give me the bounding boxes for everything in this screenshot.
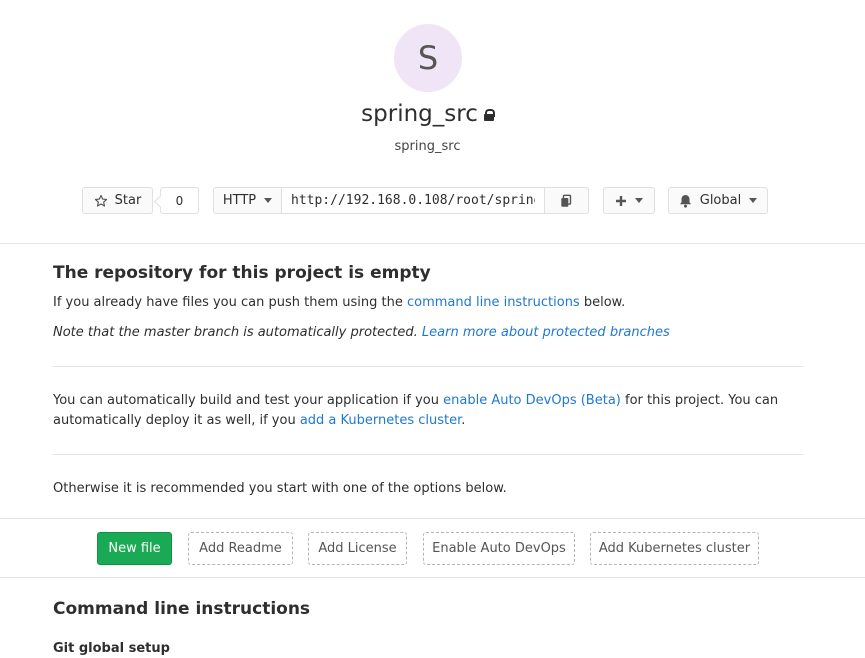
chevron-down-icon [264, 198, 273, 203]
enable-auto-devops-button[interactable]: Enable Auto DevOps [423, 532, 575, 565]
star-label: Star [114, 193, 142, 208]
chevron-down-icon [635, 198, 643, 203]
devops-text: You can automatically build and test you… [53, 393, 444, 408]
divider [0, 577, 865, 578]
copy-url-button[interactable] [544, 187, 589, 214]
command-line-link[interactable]: command line instructions [407, 295, 580, 310]
push-text: If you already have files you can push t… [53, 295, 407, 310]
push-text-suffix: below. [579, 295, 626, 310]
otherwise-text: Otherwise it is recommended you start wi… [53, 481, 507, 496]
git-global-setup-title: Git global setup [53, 641, 170, 656]
star-button[interactable]: Star [82, 187, 153, 214]
avatar-letter: S [417, 39, 439, 77]
devops-text-middle: for this project. You can [620, 393, 779, 408]
devops-text-line2: automatically deploy it as well, if you [53, 413, 300, 428]
project-title: spring_src [0, 101, 855, 127]
protocol-label: HTTP [222, 193, 257, 208]
project-avatar: S [394, 24, 462, 92]
global-label: Global [699, 193, 742, 208]
project-path: spring_src [394, 139, 461, 154]
star-count[interactable]: 0 [160, 187, 199, 214]
divider [53, 366, 803, 367]
project-name: spring_src [361, 101, 478, 127]
devops-info: You can automatically build and test you… [53, 391, 778, 431]
protected-text: Note that the master branch is automatic… [53, 325, 422, 340]
devops-text-end: . [461, 413, 466, 428]
plus-icon [616, 195, 626, 206]
project-header: S spring_src spring_src Star 0 HTTP Glob… [0, 0, 865, 244]
clone-url-input[interactable] [281, 187, 545, 214]
protected-branches-link[interactable]: Learn more about protected branches [422, 325, 670, 340]
cli-title: Command line instructions [53, 599, 311, 619]
notification-dropdown[interactable]: Global [668, 187, 768, 214]
add-kubernetes-link[interactable]: add a Kubernetes cluster [300, 413, 461, 428]
add-readme-button[interactable]: Add Readme [188, 532, 293, 565]
new-item-dropdown[interactable] [603, 187, 655, 214]
chevron-down-icon [749, 198, 758, 203]
add-license-button[interactable]: Add License [308, 532, 407, 565]
lock-icon [483, 109, 495, 121]
clipboard-icon [560, 194, 571, 207]
bell-icon [679, 194, 691, 208]
push-instructions: If you already have files you can push t… [53, 293, 625, 313]
enable-devops-link[interactable]: enable Auto DevOps (Beta) [443, 393, 621, 408]
new-file-button[interactable]: New file [97, 532, 172, 565]
star-icon [94, 194, 107, 207]
protected-note: Note that the master branch is automatic… [53, 323, 670, 343]
divider [0, 518, 865, 519]
empty-repo-title: The repository for this project is empty [53, 263, 431, 283]
add-kubernetes-cluster-button[interactable]: Add Kubernetes cluster [590, 532, 759, 565]
divider [53, 454, 803, 455]
protocol-dropdown[interactable]: HTTP [213, 187, 282, 214]
